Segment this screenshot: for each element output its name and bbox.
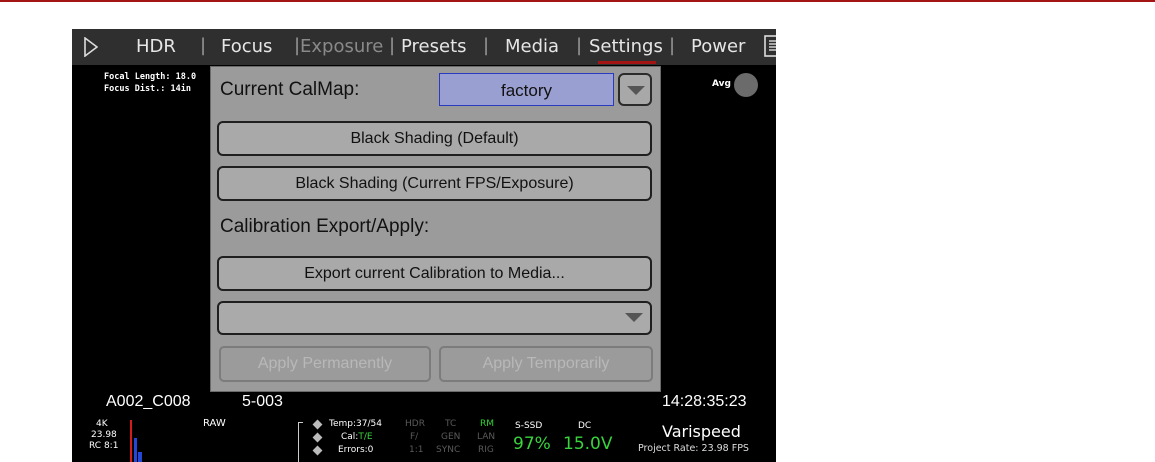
black-shading-current-button[interactable]: Black Shading (Current FPS/Exposure) [217,166,652,201]
menu-separator: | [669,35,676,56]
errors: Errors:0 [338,445,374,455]
histogram-blue [138,452,142,462]
histogram-bracket [298,422,303,462]
clip-name: A002_C008 [106,393,191,410]
status-dot-icon [312,419,323,430]
resolution: 4K [96,419,108,429]
status-rig: RIG [478,445,494,455]
export-apply-label: Calibration Export/Apply: [220,216,430,237]
menu-item-media[interactable]: Media [505,36,559,57]
menu-item-settings[interactable]: Settings [589,36,663,57]
format-label: RAW [203,418,226,429]
calibration-file-dropdown-button[interactable] [618,301,652,334]
media-remaining: 97% [513,434,551,454]
histogram-red [130,420,132,462]
apply-permanently-button[interactable]: Apply Permanently [219,346,431,382]
camera-screen: HDR | Focus | Exposure | Presets | Media… [72,29,776,462]
compression: RC 8:1 [89,441,119,451]
status-dot-icon [312,445,323,456]
project-rate: Project Rate: 23.98 FPS [638,443,749,454]
chevron-down-icon [625,313,643,322]
top-menu-bar: HDR | Focus | Exposure | Presets | Media… [72,29,776,65]
histogram-blue [134,438,137,462]
calmap-dropdown-button[interactable] [618,73,652,106]
lens-info: Focal Length: 18.0 Focus Dist.: 14in [104,71,196,95]
varispeed-label: Varispeed [662,422,741,441]
list-menu-icon[interactable] [764,35,776,62]
apply-temporarily-button[interactable]: Apply Temporarily [439,346,653,382]
power-voltage: 15.0V [563,434,613,454]
menu-item-hdr[interactable]: HDR [136,36,176,57]
focus-distance: Focus Dist.: 14in [104,84,191,94]
menu-item-focus[interactable]: Focus [221,36,272,57]
menu-separator: | [576,35,583,56]
focal-length: Focal Length: 18.0 [104,72,197,82]
clip-take: 5-003 [242,393,283,410]
menu-separator: | [200,35,207,56]
status-gen: GEN [441,432,461,442]
status-hdr: HDR [405,419,425,429]
calibration-dialog: Current CalMap: factory Black Shading (D… [210,66,661,392]
export-calibration-button[interactable]: Export current Calibration to Media... [217,256,652,291]
active-tab-underline [598,61,656,64]
status-rm: RM [480,419,495,429]
meter-mode-label: Avg [712,79,731,89]
menu-item-exposure[interactable]: Exposure [300,36,383,57]
calibration-status: Cal:T/E [341,432,373,442]
cal-prefix: Cal: [341,432,359,442]
top-accent-line [0,0,1155,2]
cal-value: T/E [358,432,373,442]
status-bar: 4K 23.98 RC 8:1 RAW Temp:37/54 Cal:T/E E… [72,416,776,462]
menu-item-presets[interactable]: Presets [401,36,467,57]
status-sync: SYNC [436,445,461,455]
calibration-file-select[interactable] [217,301,652,335]
menu-item-power[interactable]: Power [691,36,745,57]
status-dot-icon [312,432,323,443]
black-shading-default-button[interactable]: Black Shading (Default) [217,121,652,156]
current-calmap-label: Current CalMap: [220,79,360,100]
calmap-select[interactable]: factory [439,73,614,106]
temperature: Temp:37/54 [329,419,382,429]
status-tc: TC [445,419,457,429]
media-label: S-SSD [515,421,543,431]
frame-rate: 23.98 [91,430,117,440]
timecode: 14:28:35:23 [662,393,747,410]
menu-separator: | [483,35,490,56]
status-ratio: 1:1 [409,445,424,455]
menu-separator: | [389,35,396,56]
chevron-down-icon [627,86,645,95]
status-lan: LAN [477,432,496,442]
power-label: DC [578,421,592,431]
status-fstop: F/ [410,432,419,442]
meter-indicator-icon[interactable] [734,73,758,97]
